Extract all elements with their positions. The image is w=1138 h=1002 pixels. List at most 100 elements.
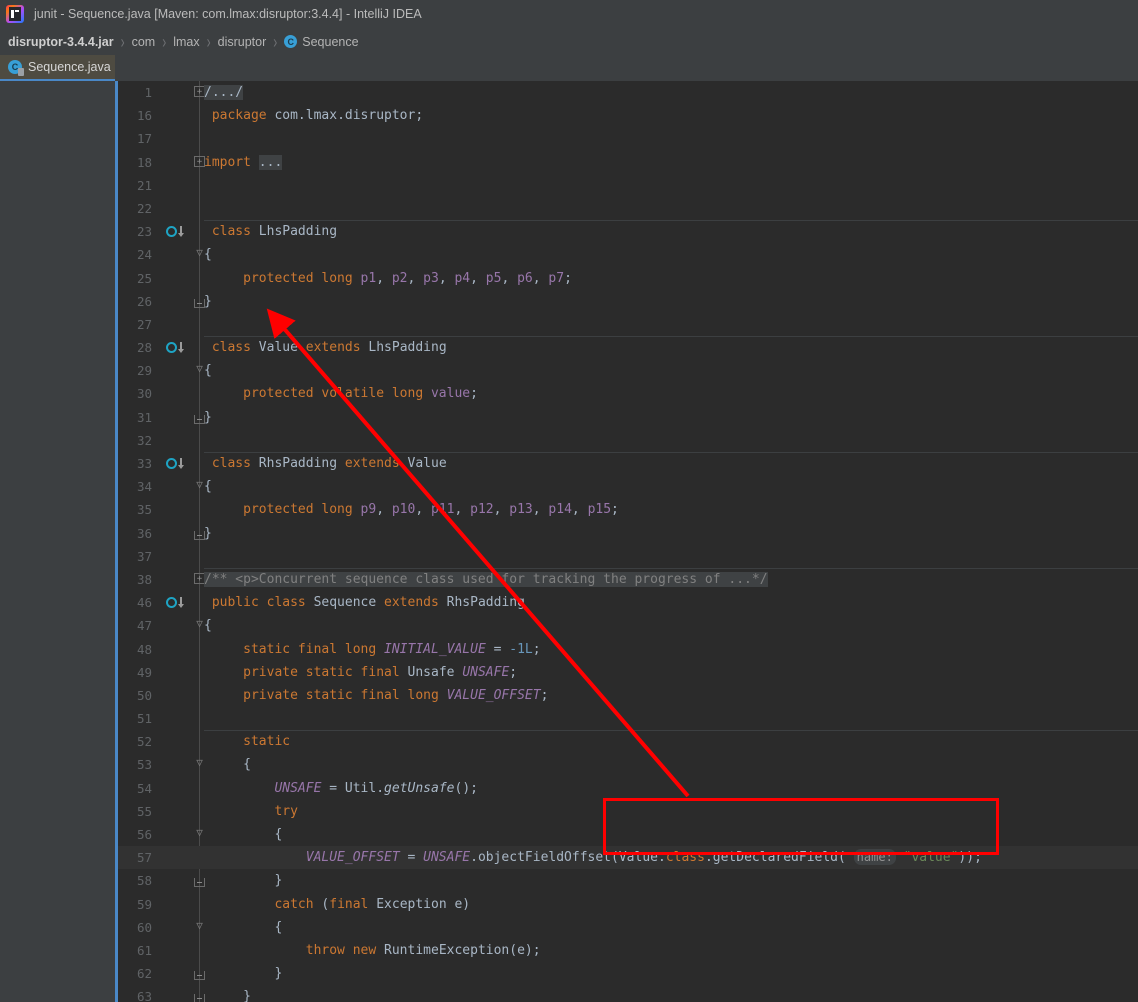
breadcrumb-item-lmax[interactable]: lmax <box>173 35 199 49</box>
code-line-25[interactable]: 25 protected long p1, p2, p3, p4, p5, p6… <box>118 267 1138 290</box>
implementation-marker-icon[interactable] <box>166 596 186 610</box>
breadcrumb-item-sequence[interactable]: C Sequence <box>284 35 359 49</box>
code-line-36[interactable]: 36} <box>118 522 1138 545</box>
implementation-marker-icon[interactable] <box>166 457 186 471</box>
line-number[interactable]: 58 <box>118 869 152 892</box>
line-number[interactable]: 60 <box>118 916 152 939</box>
code-line-38[interactable]: 38 +/** <p>Concurrent sequence class used… <box>118 567 1138 591</box>
line-number[interactable]: 21 <box>118 174 152 197</box>
code-line-31[interactable]: 31} <box>118 406 1138 429</box>
code-line-18[interactable]: 18 + import ... <box>118 151 1138 174</box>
implementation-marker-icon[interactable] <box>166 341 186 355</box>
line-number[interactable]: 37 <box>118 545 152 568</box>
code-line-34[interactable]: 34 ▽{ <box>118 475 1138 498</box>
code-line-22[interactable]: 22 <box>118 197 1138 220</box>
token: p9 <box>360 502 377 518</box>
code-line-54[interactable]: 54 UNSAFE = Util.getUnsafe(); <box>118 777 1138 800</box>
code-line-17[interactable]: 17 <box>118 127 1138 150</box>
line-number[interactable]: 48 <box>118 638 152 661</box>
code-line-61[interactable]: 61 throw new RuntimeException(e); <box>118 939 1138 962</box>
code-text: import ... <box>204 151 283 174</box>
code-line-35[interactable]: 35 protected long p9, p10, p11, p12, p13… <box>118 498 1138 521</box>
line-number[interactable]: 62 <box>118 962 152 985</box>
implementation-marker-icon[interactable] <box>166 225 186 239</box>
token: ; <box>611 502 619 518</box>
token: extends <box>344 456 400 471</box>
line-number[interactable]: 17 <box>118 127 152 150</box>
breadcrumb-item-disruptor[interactable]: disruptor <box>218 35 267 49</box>
code-line-53[interactable]: 53 ▽ { <box>118 753 1138 776</box>
line-number[interactable]: 36 <box>118 522 152 545</box>
code-line-59[interactable]: 59 catch (final Exception e) <box>118 893 1138 916</box>
code-line-58[interactable]: 58 } <box>118 869 1138 892</box>
code-line-27[interactable]: 27 <box>118 313 1138 336</box>
line-number[interactable]: 35 <box>118 498 152 521</box>
line-number[interactable]: 30 <box>118 382 152 405</box>
code-viewport[interactable]: 1 +/.../16 package com.lmax.disruptor; 17 1… <box>118 81 1138 1002</box>
line-number[interactable]: 16 <box>118 104 152 127</box>
editor-tab-sequence-java[interactable]: C Sequence.java <box>0 55 115 81</box>
line-number[interactable]: 47 <box>118 614 152 637</box>
code-line-51[interactable]: 51 <box>118 707 1138 730</box>
breadcrumb-item-label: lmax <box>173 34 200 49</box>
line-number[interactable]: 59 <box>118 893 152 916</box>
code-line-48[interactable]: 48 static final long INITIAL_VALUE = -1L… <box>118 638 1138 661</box>
line-number[interactable]: 56 <box>118 823 152 846</box>
line-number[interactable]: 22 <box>118 197 152 220</box>
breadcrumb-item-disruptor-3-4-4-jar[interactable]: disruptor-3.4.4.jar <box>8 35 114 49</box>
code-line-26[interactable]: 26} <box>118 290 1138 313</box>
code-line-50[interactable]: 50 private static final long VALUE_OFFSE… <box>118 684 1138 707</box>
line-number[interactable]: 1 <box>118 81 152 104</box>
code-text: class LhsPadding <box>204 220 337 243</box>
code-line-29[interactable]: 29 ▽{ <box>118 359 1138 382</box>
code-line-30[interactable]: 30 protected volatile long value; <box>118 382 1138 405</box>
code-line-16[interactable]: 16 package com.lmax.disruptor; <box>118 104 1138 127</box>
line-number[interactable]: 50 <box>118 684 152 707</box>
code-line-62[interactable]: 62 } <box>118 962 1138 985</box>
token: (); <box>454 780 478 796</box>
line-number[interactable]: 32 <box>118 429 152 452</box>
line-number[interactable]: 24 <box>118 243 152 266</box>
code-line-57[interactable]: 57 VALUE_OFFSET = UNSAFE.objectFieldOffs… <box>118 846 1138 870</box>
line-number[interactable]: 63 <box>118 985 152 1002</box>
breadcrumb-item-com[interactable]: com <box>132 35 156 49</box>
line-number[interactable]: 55 <box>118 800 152 823</box>
line-number[interactable]: 25 <box>118 267 152 290</box>
code-line-37[interactable]: 37 <box>118 545 1138 568</box>
code-line-21[interactable]: 21 <box>118 174 1138 197</box>
line-number[interactable]: 57 <box>118 846 152 869</box>
code-line-28[interactable]: 28 class Value extends LhsPadding <box>118 336 1138 359</box>
code-line-46[interactable]: 46 public class Sequence extends RhsPadd… <box>118 591 1138 614</box>
line-number[interactable]: 33 <box>118 452 152 475</box>
code-line-60[interactable]: 60 ▽ { <box>118 916 1138 939</box>
code-line-32[interactable]: 32 <box>118 429 1138 452</box>
code-line-49[interactable]: 49 private static final Unsafe UNSAFE; <box>118 661 1138 684</box>
code-line-55[interactable]: 55 try <box>118 800 1138 823</box>
line-number[interactable]: 51 <box>118 707 152 730</box>
line-number[interactable]: 18 <box>118 151 152 174</box>
line-number[interactable]: 23 <box>118 220 152 243</box>
line-number[interactable]: 28 <box>118 336 152 359</box>
line-number[interactable]: 29 <box>118 359 152 382</box>
line-number[interactable]: 61 <box>118 939 152 962</box>
code-line-56[interactable]: 56 ▽ { <box>118 823 1138 846</box>
code-line-47[interactable]: 47 ▽{ <box>118 614 1138 637</box>
code-line-52[interactable]: 52 static <box>118 730 1138 753</box>
line-number[interactable]: 53 <box>118 753 152 776</box>
code-line-24[interactable]: 24 ▽{ <box>118 243 1138 266</box>
code-line-23[interactable]: 23 class LhsPadding <box>118 220 1138 243</box>
code-line-33[interactable]: 33 class RhsPadding extends Value <box>118 452 1138 475</box>
code-line-63[interactable]: 63 } <box>118 985 1138 1002</box>
line-number[interactable]: 46 <box>118 591 152 614</box>
line-number[interactable]: 54 <box>118 777 152 800</box>
code-line-1[interactable]: 1 +/.../ <box>118 81 1138 104</box>
line-number[interactable]: 27 <box>118 313 152 336</box>
token: . <box>470 850 478 866</box>
line-number[interactable]: 52 <box>118 730 152 753</box>
line-number[interactable]: 38 <box>118 568 152 591</box>
token: throw new <box>305 942 377 958</box>
line-number[interactable]: 31 <box>118 406 152 429</box>
line-number[interactable]: 26 <box>118 290 152 313</box>
line-number[interactable]: 49 <box>118 661 152 684</box>
line-number[interactable]: 34 <box>118 475 152 498</box>
